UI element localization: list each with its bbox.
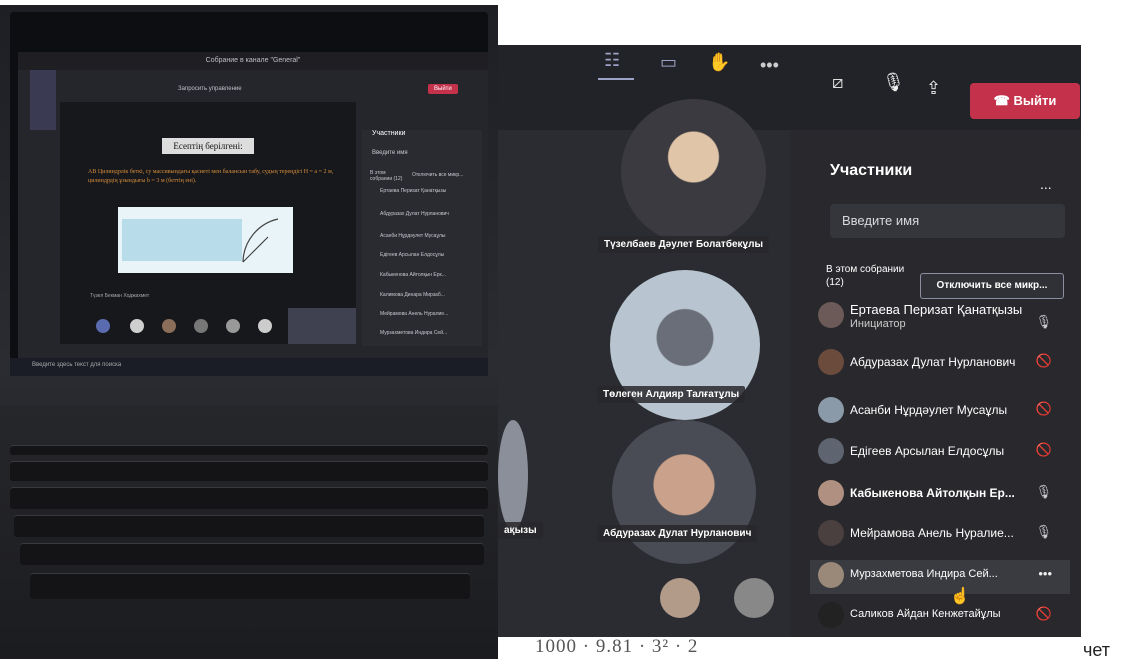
chat-icon[interactable]: ▭ <box>660 52 677 73</box>
left-rail <box>30 70 56 130</box>
formula-text: 1000 · 9.81 · 3² · 2 <box>535 636 699 657</box>
video-name-label: Абдуразах Дулат Нурланович <box>597 525 758 542</box>
in-meeting-label-small: В этом собрании (12) <box>370 170 403 182</box>
search-input-small[interactable]: Введите имя <box>372 150 408 156</box>
avatar <box>226 319 240 333</box>
avatar <box>818 397 844 423</box>
panel-more-button[interactable]: ... <box>1040 176 1052 192</box>
avatar <box>818 562 844 588</box>
avatar <box>818 302 844 328</box>
avatar <box>818 480 844 506</box>
raise-hand-icon[interactable]: ✋ <box>708 52 730 73</box>
phone-icon: ☎ <box>993 93 1014 108</box>
video-strip-small <box>90 315 290 337</box>
trailing-text: чет <box>1083 640 1111 660</box>
video-name-label: Түзелбаев Дәулет Болатбекұлы <box>598 236 770 253</box>
active-video-tile <box>288 308 356 344</box>
avatar <box>660 578 700 618</box>
microphone-icon[interactable]: 🎙 <box>882 72 905 93</box>
mic-muted-icon: 🚫 <box>1035 353 1052 368</box>
presenter-name: Түзел Бекман Ходжахмет <box>90 293 150 299</box>
participant-row-hovered[interactable]: Мурзахметова Индира Сей... ••• <box>810 560 1070 594</box>
participants-title-small: Участники <box>372 130 406 137</box>
list-item[interactable]: Мурзахметова Индира Сей... <box>380 330 447 336</box>
leave-button-small[interactable]: Выйти <box>428 84 458 94</box>
participant-name: Ертаева Перизат Қанатқызы <box>850 302 1023 317</box>
participant-name: Едігеев Арсылан Елдосұлы <box>850 444 1005 458</box>
mute-all-button-small[interactable]: Отключить все микр... <box>412 172 463 178</box>
video-name-label: ақызы <box>498 522 543 539</box>
list-item[interactable]: Едігеев Арсылан Елдосұлы <box>380 252 444 258</box>
diagram-arc <box>242 218 279 263</box>
participant-name: Саликов Айдан Кенжетайұлы <box>850 608 1001 620</box>
video-tile[interactable] <box>612 420 756 564</box>
avatar <box>96 319 110 333</box>
more-options-icon[interactable]: ••• <box>760 55 779 76</box>
participant-name: Асанби Нұрдәулет Мусаұлы <box>850 403 1008 417</box>
participant-row[interactable]: Саликов Айдан Кенжетайұлы 🚫 <box>810 600 1070 634</box>
participant-name: Мурзахметова Индира Сей... <box>850 568 998 580</box>
taskbar-search[interactable]: Введите здесь текст для поиска <box>32 362 121 368</box>
avatar <box>258 319 272 333</box>
avatar <box>818 520 844 546</box>
participant-row[interactable]: Ертаева Перизат Қанатқызы Инициатор 🎙 <box>810 300 1070 334</box>
laptop-keyboard <box>0 405 498 659</box>
leave-button[interactable]: ☎ Выйти <box>970 83 1080 119</box>
meeting-toolbar-small: Запросить управление Выйти <box>18 80 488 100</box>
participants-panel-small: Участники Введите имя В этом собрании (1… <box>362 130 482 346</box>
list-item[interactable]: Ертаева Перизат Қанатқызы <box>380 188 446 194</box>
avatar <box>818 602 844 628</box>
mic-on-icon: 🎙 <box>1035 484 1052 499</box>
people-icon[interactable]: ☷ <box>604 50 620 71</box>
participant-name: Мейрамова Анель Нуралие... <box>850 526 1014 540</box>
windows-taskbar: Введите здесь текст для поиска <box>10 358 488 376</box>
participant-row[interactable]: Мейрамова Анель Нуралие... 🎙 <box>810 518 1070 552</box>
participant-row[interactable]: Асанби Нұрдәулет Мусаұлы 🚫 <box>810 395 1070 429</box>
request-control-button[interactable]: Запросить управление <box>178 86 242 92</box>
slide-text: АВ Цилиндрлік беткі, су массивындағы қас… <box>88 169 334 184</box>
video-name-label: Төлеген Алдияр Талғатұлы <box>597 386 746 403</box>
active-tab-indicator <box>598 78 634 80</box>
avatar <box>130 319 144 333</box>
participant-name: Кабыкенова Айтолқын Ер... <box>850 486 1015 500</box>
participant-role: Инициатор <box>850 318 906 330</box>
video-tile[interactable] <box>621 99 766 244</box>
avatar <box>194 319 208 333</box>
more-options-icon[interactable]: ••• <box>1038 566 1052 581</box>
mic-on-icon: 🎙 <box>1035 314 1052 329</box>
participant-row[interactable]: Кабыкенова Айтолқын Ер... 🎙 <box>810 478 1070 512</box>
search-input[interactable]: Введите имя <box>830 204 1065 238</box>
mic-muted-icon: 🚫 <box>1035 401 1052 416</box>
slide-title: Есептің берілгені: <box>162 138 254 154</box>
list-item[interactable]: Мейрамова Анель Нуралие... <box>380 311 448 317</box>
share-screen-icon[interactable]: ⇪ <box>926 78 941 99</box>
mic-muted-icon: 🚫 <box>1035 442 1052 457</box>
camera-off-icon[interactable]: ⧄ <box>832 72 843 93</box>
avatar <box>818 438 844 464</box>
panel-title: Участники <box>830 162 913 179</box>
list-item[interactable]: Асанби Нұрдәулет Мусаұлы <box>380 233 445 239</box>
avatar <box>734 578 774 618</box>
video-tile-partial <box>498 420 528 530</box>
avatar <box>818 349 844 375</box>
participant-row[interactable]: Едігеев Арсылан Елдосұлы 🚫 <box>810 436 1070 470</box>
in-meeting-label: В этом собрании (12) <box>826 264 905 288</box>
mic-on-icon: 🎙 <box>1035 524 1052 539</box>
avatar <box>162 319 176 333</box>
leave-label: Выйти <box>1013 93 1057 108</box>
list-item[interactable]: Абдуразах Дулат Нурланович <box>380 211 449 217</box>
mute-all-button[interactable]: Отключить все микр... <box>920 273 1064 299</box>
list-item[interactable]: Кабыкенова Айтолқын Ерк... <box>380 272 446 278</box>
participant-name: Абдуразах Дулат Нурланович <box>850 355 1016 369</box>
window-title: Собрание в канале "General" <box>18 52 488 70</box>
participant-row[interactable]: Абдуразах Дулат Нурланович 🚫 <box>810 347 1070 381</box>
list-item[interactable]: Калимова Динара Мирзаб... <box>380 292 445 298</box>
mic-muted-icon: 🚫 <box>1035 606 1052 621</box>
